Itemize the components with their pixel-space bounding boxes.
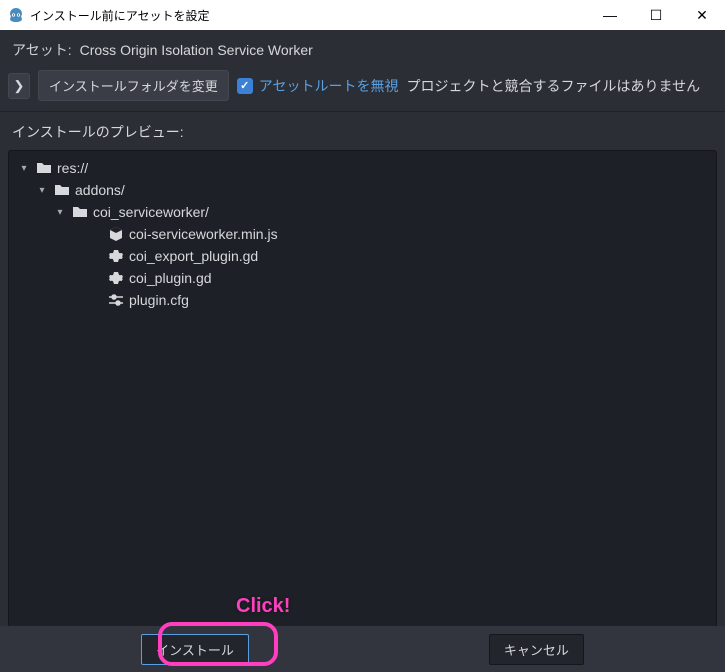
maximize-button[interactable]: ☐ [633,0,679,30]
install-button[interactable]: インストール [141,634,249,665]
cube-icon [107,226,125,242]
chevron-down-icon: ▾ [53,207,67,218]
tree-item-label: plugin.cfg [129,292,189,308]
tree-item-label: coi-serviceworker.min.js [129,226,278,242]
tree-row[interactable]: plugin.cfg [13,289,712,311]
app-icon [8,7,24,23]
folder-icon [35,160,53,176]
tree-item-label: addons/ [75,182,125,198]
file-tree[interactable]: ▾ res:// ▾ addons/ ▾ coi_serviceworker/coi-se… [8,150,717,630]
tree-item-label: coi_export_plugin.gd [129,248,258,264]
change-install-folder-button[interactable]: インストールフォルダを変更 [38,70,229,101]
asset-name: Cross Origin Isolation Service Worker [80,42,313,58]
folder-icon [71,204,89,220]
chevron-right-icon: ❯ [14,78,25,94]
cfg-icon [107,292,125,308]
tree-row[interactable]: ▾ addons/ [13,179,712,201]
titlebar: インストール前にアセットを設定 — ☐ ✕ [0,0,725,30]
minimize-button[interactable]: — [587,0,633,30]
gear-icon [107,248,125,264]
tree-row[interactable]: coi_plugin.gd [13,267,712,289]
tree-item-label: coi_plugin.gd [129,270,212,286]
asset-label: アセット: [12,40,72,60]
expand-button[interactable]: ❯ [8,73,30,99]
tree-row[interactable]: ▾ res:// [13,157,712,179]
gear-icon [107,270,125,286]
toolbar: ❯ インストールフォルダを変更 ✓ アセットルートを無視 プロジェクトと競合する… [0,66,725,112]
tree-item-label: coi_serviceworker/ [93,204,209,220]
tree-row[interactable]: coi-serviceworker.min.js [13,223,712,245]
ignore-root-label: アセットルートを無視 [259,76,399,96]
window-title: インストール前にアセットを設定 [30,7,587,24]
tree-item-label: res:// [57,160,88,176]
tree-row[interactable]: coi_export_plugin.gd [13,245,712,267]
folder-icon [53,182,71,198]
ignore-root-checkbox[interactable]: ✓ アセットルートを無視 [237,76,399,96]
close-button[interactable]: ✕ [679,0,725,30]
dialog-footer: インストール キャンセル [0,626,725,672]
checkbox-checked-icon: ✓ [237,78,253,94]
cancel-button[interactable]: キャンセル [489,634,584,665]
asset-row: アセット: Cross Origin Isolation Service Wor… [0,30,725,66]
preview-label: インストールのプレビュー: [0,112,725,150]
no-conflicts-status: プロジェクトと競合するファイルはありません [406,76,700,96]
chevron-down-icon: ▾ [35,185,49,196]
tree-row[interactable]: ▾ coi_serviceworker/ [13,201,712,223]
chevron-down-icon: ▾ [17,163,31,174]
